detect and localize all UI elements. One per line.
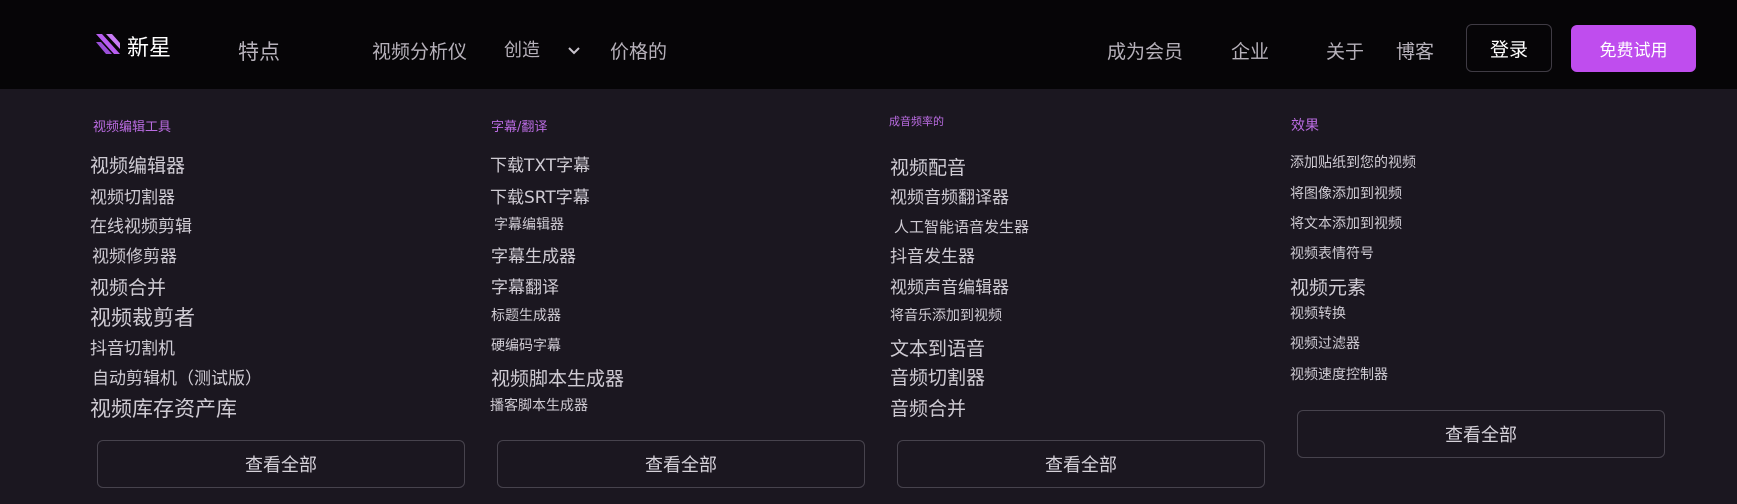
nav-features-link[interactable]: 特点 <box>238 36 280 66</box>
menu-link[interactable]: 视频过滤器 <box>1290 333 1360 353</box>
chevron-down-icon <box>540 39 580 60</box>
menu-link[interactable]: 音频合并 <box>890 394 966 421</box>
menu-link[interactable]: 视频音频翻译器 <box>890 183 1009 208</box>
top-navigation-bar: 新星 特点 视频分析仪 创造 价格的 成为会员 企业 关于 博客 登录 免费试用 <box>0 0 1737 89</box>
view-all-button[interactable]: 查看全部 <box>97 440 465 488</box>
menu-link[interactable]: 将文本添加到视频 <box>1290 213 1402 233</box>
menu-link[interactable]: 硬编码字幕 <box>491 335 561 355</box>
menu-link[interactable]: 添加贴纸到您的视频 <box>1290 152 1416 172</box>
nav-about-link[interactable]: 关于 <box>1326 37 1364 64</box>
menu-link[interactable]: 播客脚本生成器 <box>490 395 588 415</box>
view-all-button[interactable]: 查看全部 <box>497 440 865 488</box>
menu-link[interactable]: 在线视频剪辑 <box>90 212 192 237</box>
menu-link[interactable]: 抖音切割机 <box>90 334 175 359</box>
brand-name: 新星 <box>127 36 172 61</box>
menu-link[interactable]: 抖音发生器 <box>890 242 975 267</box>
column-heading-audio: 成音频率的 <box>889 115 944 128</box>
view-all-button[interactable]: 查看全部 <box>897 440 1265 488</box>
menu-link[interactable]: 人工智能语音发生器 <box>894 216 1029 237</box>
nav-create-label: 创造 <box>504 40 540 61</box>
menu-link[interactable]: 视频表情符号 <box>1290 243 1374 263</box>
login-button[interactable]: 登录 <box>1466 24 1552 72</box>
menu-link[interactable]: 下载TXT字幕 <box>490 151 590 176</box>
column-heading-video-editing: 视频编辑工具 <box>93 120 172 135</box>
menu-link[interactable]: 标题生成器 <box>491 305 561 325</box>
menu-link[interactable]: 视频修剪器 <box>92 242 177 267</box>
menu-link[interactable]: 视频裁剪者 <box>90 302 195 332</box>
nav-blog-link[interactable]: 博客 <box>1396 37 1434 64</box>
menu-link[interactable]: 视频合并 <box>90 273 166 300</box>
nav-become-member-link[interactable]: 成为会员 <box>1107 37 1183 64</box>
menu-link[interactable]: 视频配音 <box>890 153 966 180</box>
brand-logo[interactable]: 新星 <box>94 30 171 62</box>
column-heading-effects: 效果 <box>1291 118 1319 134</box>
free-trial-button[interactable]: 免费试用 <box>1571 25 1696 72</box>
menu-link[interactable]: 视频脚本生成器 <box>491 364 624 391</box>
menu-link[interactable]: 音频切割器 <box>890 363 985 390</box>
menu-link[interactable]: 视频库存资产库 <box>90 393 237 423</box>
menu-link[interactable]: 自动剪辑机（测试版） <box>92 364 262 389</box>
menu-link[interactable]: 视频元素 <box>1290 273 1366 300</box>
view-all-button[interactable]: 查看全部 <box>1297 410 1665 458</box>
menu-link[interactable]: 字幕生成器 <box>491 242 576 267</box>
menu-link[interactable]: 将音乐添加到视频 <box>890 305 1002 325</box>
nav-enterprise-link[interactable]: 企业 <box>1231 37 1269 64</box>
menu-link[interactable]: 视频切割器 <box>90 183 175 208</box>
menu-link[interactable]: 将图像添加到视频 <box>1290 183 1402 203</box>
nav-pricing-link[interactable]: 价格的 <box>610 37 667 64</box>
menu-link[interactable]: 视频编辑器 <box>90 151 185 178</box>
column-heading-subtitles: 字幕/翻译 <box>491 120 548 135</box>
menu-link[interactable]: 字幕编辑器 <box>494 214 564 234</box>
nav-create-dropdown[interactable]: 创造 <box>504 36 580 62</box>
menu-link[interactable]: 字幕翻译 <box>491 273 559 298</box>
slash-stripes-logo-icon <box>94 30 122 62</box>
menu-link[interactable]: 视频声音编辑器 <box>890 273 1009 298</box>
menu-link[interactable]: 文本到语音 <box>890 334 985 361</box>
nav-video-analyzer-link[interactable]: 视频分析仪 <box>372 37 467 64</box>
menu-link[interactable]: 视频转换 <box>1290 303 1346 323</box>
menu-link[interactable]: 下载SRT字幕 <box>490 183 590 208</box>
menu-link[interactable]: 视频速度控制器 <box>1290 364 1388 384</box>
